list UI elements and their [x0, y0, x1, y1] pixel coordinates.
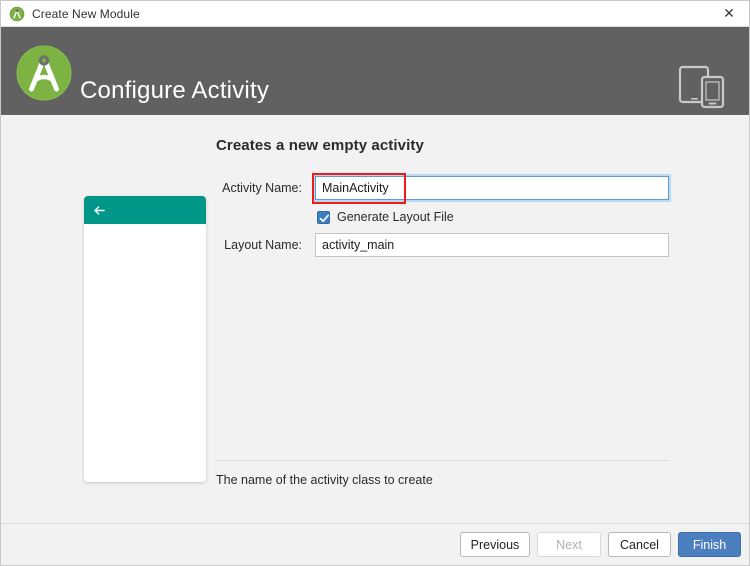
window-title: Create New Module: [32, 6, 140, 21]
activity-name-input[interactable]: MainActivity: [315, 176, 669, 200]
finish-button[interactable]: Finish: [678, 532, 741, 557]
generate-layout-file-checkbox[interactable]: Generate Layout File: [317, 208, 454, 226]
help-separator: [216, 460, 669, 461]
layout-name-label: Layout Name:: [224, 238, 302, 252]
back-arrow-icon: [94, 206, 105, 215]
dialog-footer: Previous Next Cancel Finish: [1, 523, 749, 565]
previous-button[interactable]: Previous: [460, 532, 530, 557]
checkbox-label: Generate Layout File: [337, 210, 454, 224]
preview-appbar: [84, 196, 206, 224]
help-text: The name of the activity class to create: [216, 473, 433, 487]
activity-preview-thumbnail: [84, 196, 206, 482]
next-button: Next: [537, 532, 601, 557]
close-icon[interactable]: ✕: [707, 1, 749, 26]
tablet-and-phone-icon: [678, 65, 725, 109]
layout-name-input[interactable]: activity_main: [315, 233, 669, 257]
checkmark-icon: [319, 214, 330, 222]
android-studio-logo: [16, 45, 72, 101]
dialog-content: Creates a new empty activity Activity Na…: [1, 115, 749, 565]
checkbox-box[interactable]: [317, 210, 330, 224]
page-title: Creates a new empty activity: [216, 137, 424, 154]
create-new-module-dialog: Create New Module ✕ Configure Activity C…: [0, 0, 750, 566]
android-studio-icon: [9, 6, 25, 21]
activity-name-label: Activity Name:: [222, 181, 302, 195]
window-titlebar: Create New Module ✕: [1, 1, 749, 27]
header-title: Configure Activity: [80, 77, 270, 104]
dialog-header: Configure Activity: [1, 27, 749, 115]
cancel-button[interactable]: Cancel: [608, 532, 671, 557]
